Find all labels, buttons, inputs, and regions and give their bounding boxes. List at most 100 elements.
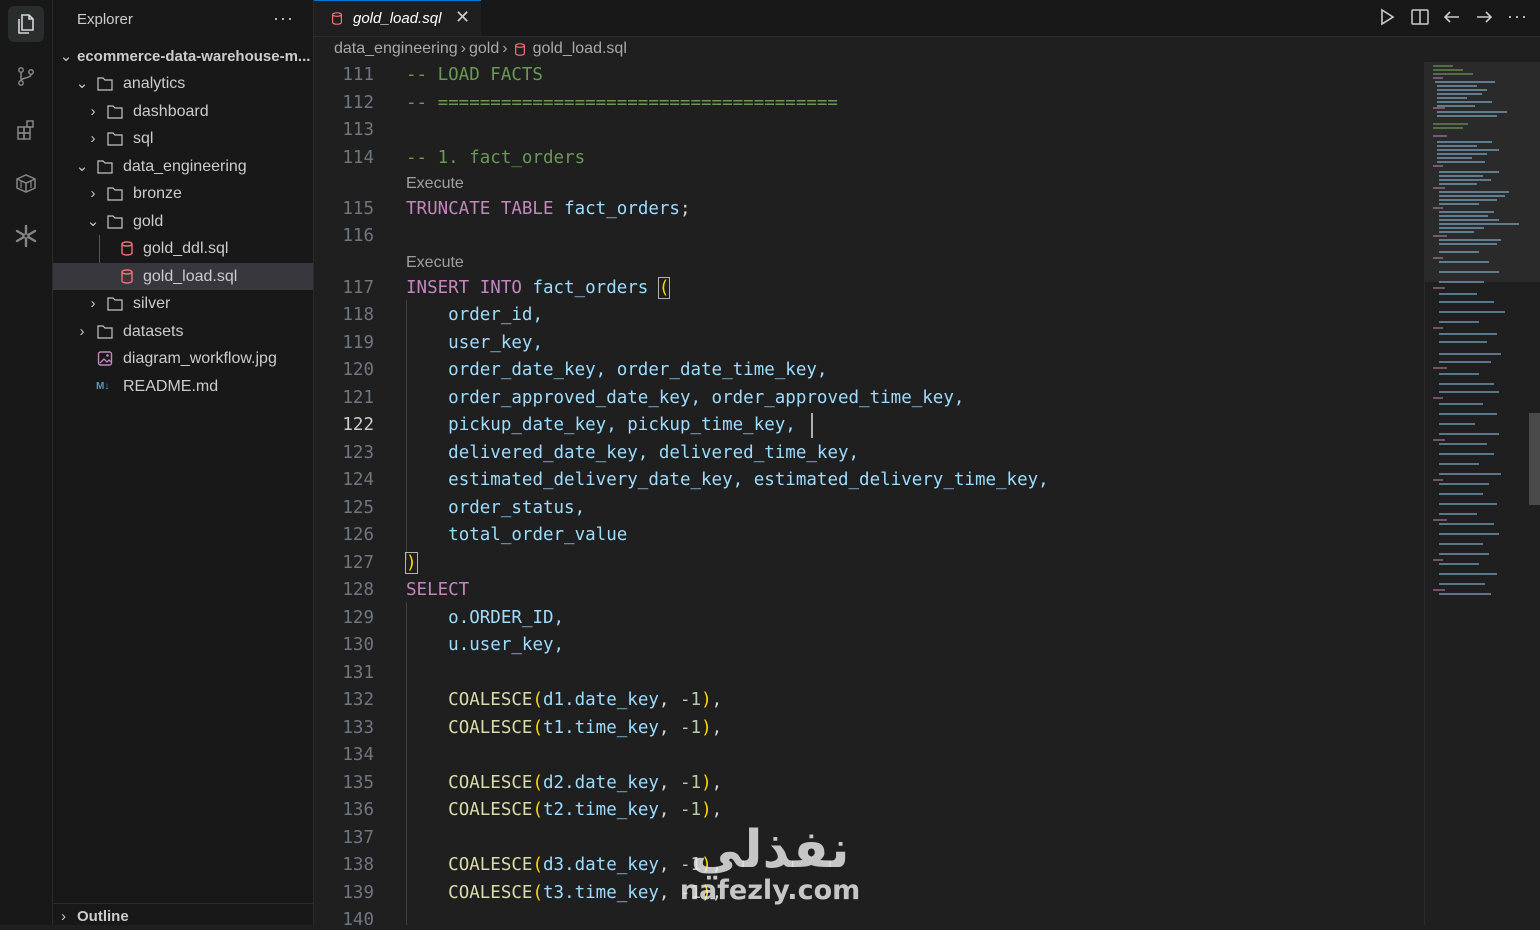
- more-actions-icon[interactable]: ···: [273, 8, 294, 29]
- code-text: d1.date_key: [543, 690, 659, 710]
- line-number: 140: [342, 910, 374, 925]
- minimap[interactable]: [1424, 62, 1540, 925]
- outline-label: Outline: [77, 908, 129, 925]
- tree-item-label: gold_load.sql: [143, 268, 238, 285]
- line-number: 121: [342, 388, 374, 408]
- tree-item-diagram[interactable]: diagram_workflow.jpg: [53, 345, 313, 372]
- source-control-icon[interactable]: [8, 58, 44, 94]
- sql-file-icon: [121, 241, 133, 256]
- code-line: -- 1. fact_orders: [406, 148, 586, 168]
- folder-icon: [97, 77, 113, 91]
- chevron-right-icon: ›: [79, 323, 85, 340]
- breadcrumb-item[interactable]: gold: [469, 40, 499, 57]
- tree-item-label: datasets: [123, 323, 184, 340]
- code-line: order_id,: [406, 302, 543, 329]
- code-line: COALESCE(d1.date_key, -1),: [448, 690, 723, 710]
- tree-item-gold-ddl[interactable]: gold_ddl.sql: [53, 235, 313, 262]
- code-text: delivered_date_key, delivered_time_key,: [448, 443, 860, 463]
- code-number: -1: [679, 718, 702, 738]
- tree-item-gold-load[interactable]: gold_load.sql: [53, 263, 313, 290]
- tree-item-bronze[interactable]: › bronze: [53, 180, 313, 207]
- code-line-current: pickup_date_key, pickup_time_key,: [406, 412, 796, 439]
- line-number: 112: [342, 93, 374, 113]
- code-text: estimated_delivery_date_key, estimated_d…: [448, 470, 1049, 490]
- tree-item-label: bronze: [133, 185, 182, 202]
- code-keyword: INSERT INTO: [406, 278, 522, 298]
- line-number: 131: [342, 663, 374, 683]
- code-text: order_status,: [448, 498, 586, 518]
- vertical-scrollbar[interactable]: [1529, 413, 1540, 505]
- tree-item-label: gold_ddl.sql: [143, 240, 229, 257]
- breadcrumb-item[interactable]: gold_load.sql: [533, 40, 627, 57]
- code-number: -1: [679, 773, 702, 793]
- code-line: order_approved_date_key, order_approved_…: [406, 385, 964, 412]
- folder-icon: [107, 297, 123, 311]
- code-bracket: (: [657, 277, 671, 299]
- line-number: 115: [342, 199, 374, 219]
- tree-item-dashboard[interactable]: › dashboard: [53, 98, 313, 125]
- tree-item-analytics[interactable]: ⌄ analytics: [53, 70, 313, 97]
- tree-item-data-engineering[interactable]: ⌄ data_engineering: [53, 153, 313, 180]
- snowflake-icon[interactable]: [8, 218, 44, 254]
- tree-item-label: sql: [133, 130, 154, 147]
- code-line: SELECT: [406, 580, 470, 600]
- code-text: t3.time_key: [543, 883, 659, 903]
- folder-icon: [107, 105, 123, 119]
- tree-item-datasets[interactable]: › datasets: [53, 318, 313, 345]
- line-number: 114: [342, 148, 374, 168]
- line-number: 138: [342, 855, 374, 875]
- code-line: delivered_date_key, delivered_time_key,: [406, 440, 859, 467]
- code-text: pickup_date_key, pickup_time_key,: [448, 415, 796, 435]
- chevron-right-icon: ›: [61, 908, 66, 925]
- run-icon[interactable]: [1377, 7, 1397, 27]
- line-number: 116: [342, 226, 374, 246]
- tree-item-sql[interactable]: › sql: [53, 125, 313, 152]
- code-line: TRUNCATE TABLE fact_orders;: [406, 196, 691, 223]
- arrow-left-icon[interactable]: [1442, 7, 1462, 27]
- tree-item-gold[interactable]: ⌄ gold: [53, 208, 313, 235]
- extensions-icon[interactable]: [8, 112, 44, 148]
- code-function: COALESCE: [448, 690, 533, 710]
- code-text: d3.date_key: [543, 855, 659, 875]
- tree-item-readme[interactable]: M↓ README.md: [53, 373, 313, 400]
- arrow-right-icon[interactable]: [1474, 7, 1494, 27]
- database-icon[interactable]: [8, 165, 44, 201]
- explorer-files-icon[interactable]: [8, 6, 44, 42]
- tab-bar: gold_load.sql ✕ ···: [314, 0, 1540, 37]
- code-keyword: TRUNCATE TABLE: [406, 199, 554, 219]
- code-text: order_date_key, order_date_time_key,: [448, 360, 828, 380]
- tree-item-label: gold: [133, 213, 164, 230]
- code-line: u.user_key,: [406, 632, 564, 659]
- codelens-execute[interactable]: Execute: [406, 174, 464, 194]
- code-line: COALESCE(t1.time_key, -1),: [448, 718, 723, 738]
- chevron-right-icon: ›: [90, 185, 96, 202]
- tree-item-label: diagram_workflow.jpg: [123, 350, 277, 367]
- chevron-right-icon: ›: [90, 295, 96, 312]
- tree-project-root[interactable]: ⌄ ecommerce-data-warehouse-m...: [53, 43, 313, 70]
- sql-file-icon: [121, 269, 133, 284]
- line-number: 124: [342, 470, 374, 490]
- line-number: 137: [342, 828, 374, 848]
- chevron-down-icon: ⌄: [75, 75, 89, 92]
- code-punct: ;: [679, 199, 691, 219]
- code-editor[interactable]: 111 112 113 114 115 116 117 118 119 120 …: [314, 62, 1424, 925]
- tree-item-silver[interactable]: › silver: [53, 290, 313, 317]
- code-line: order_status,: [406, 495, 585, 522]
- line-number: 126: [342, 525, 374, 545]
- close-icon[interactable]: ✕: [455, 7, 470, 28]
- line-number: 111: [342, 65, 374, 85]
- split-editor-icon[interactable]: [1410, 7, 1430, 27]
- code-function: COALESCE: [448, 883, 533, 903]
- breadcrumb-item[interactable]: data_engineering: [334, 40, 458, 57]
- tab-gold-load[interactable]: gold_load.sql ✕: [314, 0, 481, 36]
- line-number: 139: [342, 883, 374, 903]
- more-actions-icon[interactable]: ···: [1507, 6, 1528, 27]
- tree-item-label: README.md: [123, 378, 219, 395]
- tree-item-label: data_engineering: [123, 158, 247, 175]
- codelens-execute[interactable]: Execute: [406, 253, 464, 273]
- folder-icon: [97, 325, 113, 339]
- outline-section[interactable]: › Outline: [53, 903, 313, 926]
- chevron-down-icon: ⌄: [86, 213, 100, 230]
- code-text: o.ORDER_ID,: [448, 608, 565, 628]
- code-function: COALESCE: [448, 718, 533, 738]
